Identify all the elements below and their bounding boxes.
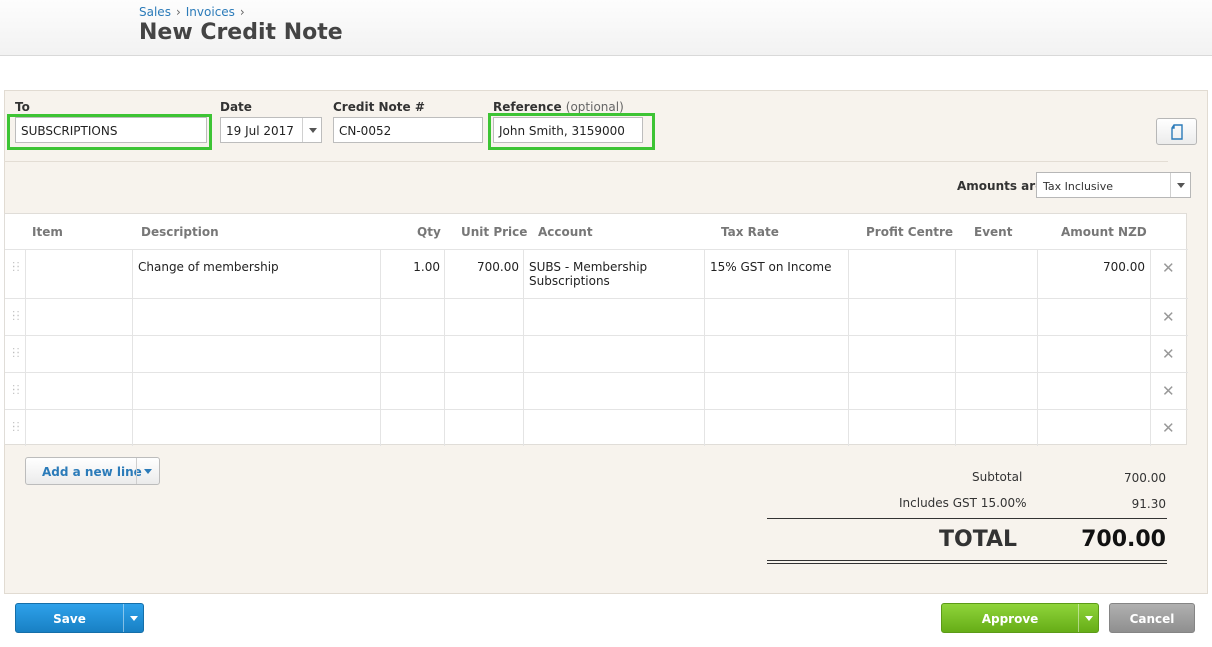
table-row[interactable] [5, 298, 1188, 299]
column-divider [955, 249, 956, 446]
button-split [1078, 604, 1079, 632]
breadcrumb-sales[interactable]: Sales [139, 5, 171, 19]
chevron-down-icon [144, 469, 152, 474]
row-1-account[interactable]: SUBS - Membership Subscriptions [529, 260, 647, 288]
approve-button[interactable]: Approve [941, 603, 1099, 633]
column-divider [704, 249, 705, 446]
reference-highlight [488, 113, 655, 150]
add-new-line-button[interactable]: Add a new line [25, 457, 160, 485]
attach-document-button[interactable] [1156, 118, 1197, 145]
page-header: Sales › Invoices › New Credit Note [0, 0, 1212, 56]
gst-label: Includes GST 15.00% [899, 496, 1027, 510]
subtotal-label: Subtotal [972, 470, 1023, 484]
row-1-amount[interactable]: 700.00 [1045, 260, 1145, 274]
document-icon [1171, 124, 1183, 140]
to-label: To [15, 100, 30, 114]
column-divider [380, 249, 381, 446]
add-line-dropdown-button[interactable] [137, 458, 159, 484]
gst-value: 91.30 [1131, 497, 1166, 511]
row-1-unit-price[interactable]: 700.00 [449, 260, 519, 274]
column-header-amount: Amount NZD [1061, 225, 1147, 239]
table-row[interactable] [5, 372, 1188, 373]
column-header-account: Account [538, 225, 593, 239]
date-label: Date [220, 100, 252, 114]
drag-handle-icon[interactable]: :: :: [12, 383, 20, 398]
cancel-button[interactable]: Cancel [1109, 603, 1195, 633]
totals-double-rule [767, 560, 1167, 561]
column-divider [444, 249, 445, 446]
chevron-down-icon [309, 128, 317, 133]
column-header-tax-rate: Tax Rate [721, 225, 779, 239]
reference-label: Reference (optional) [493, 100, 624, 114]
row-1-qty[interactable]: 1.00 [388, 260, 440, 274]
line-items-table: Item Description Qty Unit Price Account … [4, 213, 1188, 446]
table-row[interactable] [5, 249, 1188, 250]
delete-icon[interactable]: ✕ [1162, 308, 1175, 326]
row-1-tax-rate[interactable]: 15% GST on Income [710, 260, 831, 274]
amounts-are-select[interactable]: Tax Inclusive [1036, 172, 1191, 198]
table-row[interactable] [5, 335, 1188, 336]
approve-label: Approve [981, 612, 1039, 626]
amounts-are-value: Tax Inclusive [1043, 180, 1114, 193]
form-divider [4, 161, 1168, 162]
drag-handle-icon[interactable]: :: :: [12, 309, 20, 324]
drag-handle-icon[interactable]: :: :: [12, 346, 20, 361]
column-header-unit-price: Unit Price [461, 225, 528, 239]
amounts-are-label: Amounts are [957, 179, 1044, 193]
column-divider [1150, 249, 1151, 446]
reference-optional-text: (optional) [565, 100, 624, 114]
credit-note-number-label: Credit Note # [333, 100, 425, 114]
delete-icon[interactable]: ✕ [1162, 345, 1175, 363]
add-new-line-label: Add a new line [42, 465, 142, 479]
credit-note-number-input[interactable]: CN-0052 [333, 117, 483, 143]
row-1-account-line2: Subscriptions [529, 274, 610, 288]
drag-handle-icon[interactable]: :: :: [12, 260, 20, 275]
date-dropdown-button[interactable] [302, 118, 322, 142]
breadcrumb-separator: › [175, 5, 181, 19]
chevron-down-icon [1177, 183, 1185, 188]
column-header-description: Description [141, 225, 219, 239]
button-split [123, 604, 124, 632]
column-divider [848, 249, 849, 446]
page-title: New Credit Note [139, 20, 343, 45]
column-divider [25, 249, 26, 446]
to-highlight [7, 114, 212, 150]
column-header-event: Event [974, 225, 1013, 239]
column-header-profit-centre: Profit Centre [866, 225, 954, 239]
totals-double-rule [767, 563, 1167, 564]
breadcrumb-separator: › [239, 5, 245, 19]
column-divider [523, 249, 524, 446]
column-divider [1037, 249, 1038, 446]
subtotal-value: 700.00 [1124, 471, 1166, 485]
save-button[interactable]: Save [15, 603, 144, 633]
row-1-account-line1: SUBS - Membership [529, 260, 648, 274]
table-row[interactable] [5, 409, 1188, 410]
row-1-description[interactable]: Change of membership [138, 260, 279, 274]
delete-icon[interactable]: ✕ [1162, 382, 1175, 400]
column-divider [132, 249, 133, 446]
amounts-dropdown-button[interactable] [1170, 173, 1190, 197]
column-header-qty: Qty [417, 225, 441, 239]
column-header-item: Item [32, 225, 63, 239]
chevron-down-icon[interactable] [130, 616, 138, 621]
save-label: Save [53, 612, 86, 626]
reference-label-text: Reference [493, 100, 562, 114]
total-value: 700.00 [1081, 527, 1166, 552]
drag-handle-icon[interactable]: :: :: [12, 420, 20, 435]
totals-rule [767, 518, 1167, 519]
delete-icon[interactable]: ✕ [1162, 419, 1175, 437]
breadcrumb-invoices[interactable]: Invoices [186, 5, 235, 19]
breadcrumb: Sales › Invoices › [139, 5, 250, 19]
chevron-down-icon[interactable] [1085, 616, 1093, 621]
delete-icon[interactable]: ✕ [1162, 259, 1175, 277]
